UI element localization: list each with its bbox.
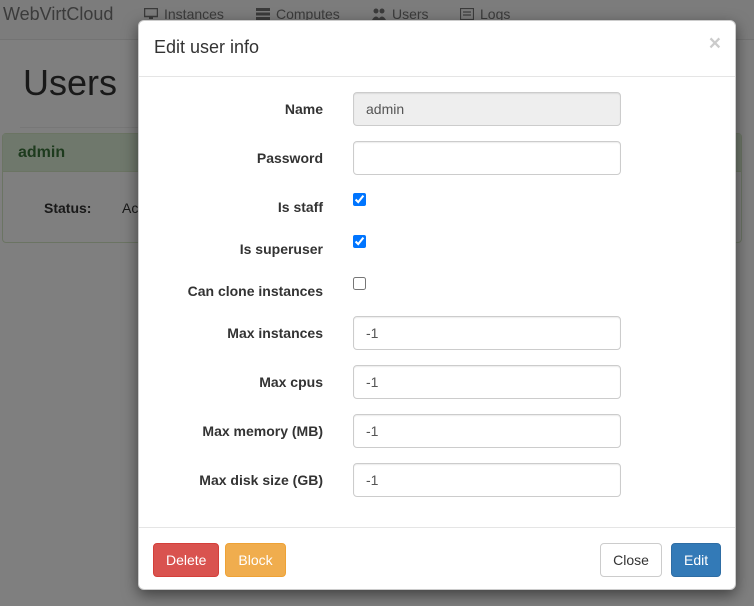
modal-footer: Delete Block Close Edit [139,527,735,591]
can-clone-checkbox[interactable] [353,277,366,290]
max-cpus-label: Max cpus [259,374,323,390]
max-disk-field[interactable] [353,463,621,497]
delete-button[interactable]: Delete [153,543,219,577]
edit-button[interactable]: Edit [671,543,721,577]
close-icon[interactable]: × [709,33,721,54]
max-disk-label: Max disk size (GB) [199,472,323,488]
password-label: Password [256,150,323,166]
modal-title: Edit user info [154,37,260,57]
name-field[interactable] [353,92,621,126]
can-clone-label: Can clone instances [187,283,323,299]
is-staff-label: Is staff [277,199,323,215]
is-superuser-label: Is superuser [239,241,323,257]
max-memory-label: Max memory (MB) [202,423,323,439]
block-button[interactable]: Block [225,543,286,577]
max-instances-label: Max instances [227,325,323,341]
max-cpus-field[interactable] [353,365,621,399]
max-instances-field[interactable] [353,316,621,350]
edit-user-modal: Edit user info × Name Password Is staff … [138,20,736,590]
is-staff-checkbox[interactable] [353,193,366,206]
password-field[interactable] [353,141,621,175]
is-superuser-checkbox[interactable] [353,235,366,248]
modal-header: Edit user info × [139,21,735,77]
close-button[interactable]: Close [600,543,662,577]
name-label: Name [284,101,323,117]
max-memory-field[interactable] [353,414,621,448]
